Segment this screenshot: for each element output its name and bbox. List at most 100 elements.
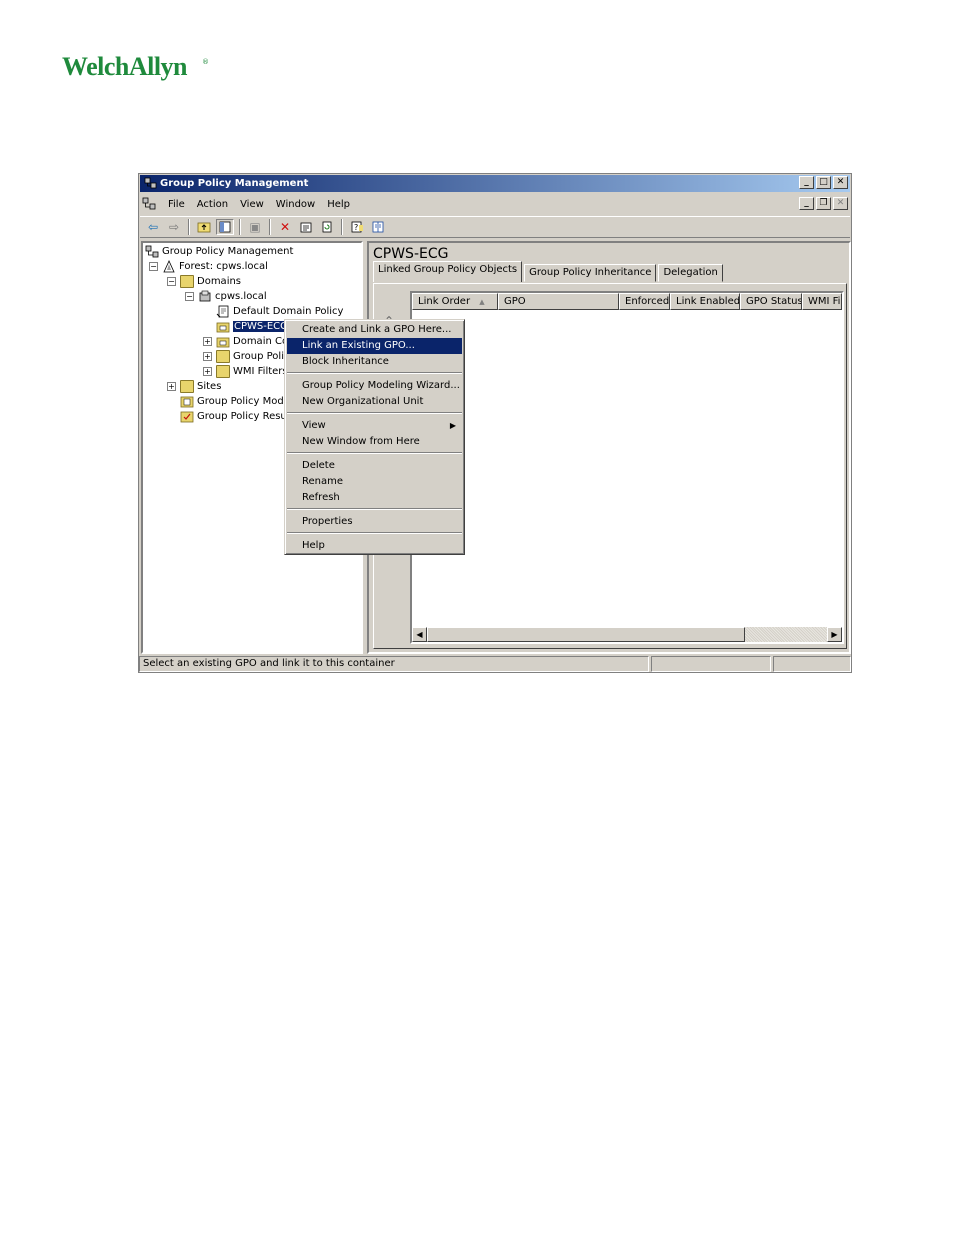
welch-allyn-logo: WelchAllyn ® xyxy=(62,52,209,86)
container-title: CPWS-ECG xyxy=(373,246,449,262)
tree-item-default-domain-policy[interactable]: Default Domain Policy xyxy=(216,304,343,318)
menu-separator xyxy=(287,452,462,454)
tree-label: WMI Filters xyxy=(233,365,288,377)
menu-item-view-label: View xyxy=(302,420,326,431)
ou-icon xyxy=(216,320,230,333)
results-icon xyxy=(180,410,194,423)
child-minimize-button[interactable]: _ xyxy=(799,197,814,210)
tree-label: Group Policy Result xyxy=(197,410,294,422)
delete-icon[interactable]: ✕ xyxy=(276,219,294,235)
tree-label: cpws.local xyxy=(215,290,267,302)
menu-item-new-ou[interactable]: New Organizational Unit xyxy=(287,394,462,410)
title-bar[interactable]: Group Policy Management _ □ ✕ xyxy=(140,175,850,192)
tab-linked-gpos[interactable]: Linked Group Policy Objects xyxy=(373,261,523,282)
tree-label: Group Policy Modeli xyxy=(197,395,296,407)
expand-icon[interactable]: + xyxy=(167,381,176,391)
column-link-enabled[interactable]: Link Enabled xyxy=(670,293,740,310)
tree-label: Domains xyxy=(197,275,242,287)
menu-item-delete[interactable]: Delete xyxy=(287,458,462,474)
domains-folder-icon xyxy=(180,274,194,288)
expand-icon[interactable]: + xyxy=(203,336,212,346)
tab-delegation[interactable]: Delegation xyxy=(658,264,723,282)
properties-icon[interactable] xyxy=(297,219,315,235)
tree-label: Sites xyxy=(197,380,222,392)
forward-arrow-icon[interactable]: ⇨ xyxy=(165,219,183,235)
column-link-order[interactable]: Link Order ▲ xyxy=(412,293,498,310)
tab-gp-inheritance[interactable]: Group Policy Inheritance xyxy=(524,264,657,282)
toolbar-separator xyxy=(239,219,241,235)
menu-action[interactable]: Action xyxy=(191,199,234,210)
horizontal-scrollbar[interactable]: ◀ ▶ xyxy=(412,627,842,642)
tree-label: Default Domain Policy xyxy=(233,305,344,317)
tree-label: Group Policy Management xyxy=(162,245,294,257)
gpo-link-icon xyxy=(216,305,230,318)
up-folder-icon[interactable] xyxy=(195,219,213,235)
menu-item-gp-modeling-wizard[interactable]: Group Policy Modeling Wizard... xyxy=(287,378,462,394)
column-gpo[interactable]: GPO xyxy=(498,293,619,310)
menu-item-view[interactable]: View ▶ xyxy=(287,418,462,434)
tree-item-wmi-filters[interactable]: + WMI Filters xyxy=(203,364,288,378)
menu-item-create-link-gpo[interactable]: Create and Link a GPO Here... xyxy=(287,322,462,338)
collapse-icon[interactable]: − xyxy=(167,276,176,286)
help-icon[interactable]: ? xyxy=(348,219,366,235)
tree-item-sites[interactable]: + Sites xyxy=(167,379,221,393)
scroll-thumb[interactable] xyxy=(427,627,745,642)
window-title: Group Policy Management xyxy=(160,178,309,189)
column-gpo-status[interactable]: GPO Status xyxy=(740,293,802,310)
gpmc-root-icon xyxy=(145,245,159,258)
expand-icon[interactable]: + xyxy=(203,366,212,376)
linked-gpo-list[interactable]: Link Order ▲ GPO Enforced Link Enabled G… xyxy=(410,291,844,644)
status-bar: Select an existing GPO and link it to th… xyxy=(139,656,851,673)
tree-item-gp-results[interactable]: Group Policy Result xyxy=(180,409,293,423)
menu-item-help[interactable]: Help xyxy=(287,538,462,554)
scroll-left-icon[interactable]: ◀ xyxy=(412,627,427,642)
tree-item-cpws-ecg[interactable]: CPWS-ECG xyxy=(216,319,290,333)
minimize-button[interactable]: _ xyxy=(799,176,814,189)
menu-window[interactable]: Window xyxy=(270,199,321,210)
toolbar: ⇦ ⇨ ▣ ✕ ? xyxy=(140,216,850,238)
tree-item-gp-modeling[interactable]: Group Policy Modeli xyxy=(180,394,295,408)
modeling-icon xyxy=(180,395,194,408)
collapse-icon[interactable]: − xyxy=(185,291,194,301)
tree-label: Forest: cpws.local xyxy=(179,260,268,272)
tree-item-forest[interactable]: − Forest: cpws.local xyxy=(149,259,268,273)
status-panel xyxy=(651,656,771,672)
menu-item-properties[interactable]: Properties xyxy=(287,514,462,530)
column-wmi-filter[interactable]: WMI Filt xyxy=(802,293,842,310)
menu-item-link-existing-gpo[interactable]: Link an Existing GPO... xyxy=(287,338,462,354)
column-enforced[interactable]: Enforced xyxy=(619,293,670,310)
menu-file[interactable]: File xyxy=(162,199,191,210)
domain-icon xyxy=(198,290,212,303)
copy-icon[interactable]: ▣ xyxy=(246,219,264,235)
menu-item-new-window[interactable]: New Window from Here xyxy=(287,434,462,450)
menu-item-refresh[interactable]: Refresh xyxy=(287,490,462,506)
child-restore-button[interactable]: ❐ xyxy=(816,197,831,210)
tab-strip: Linked Group Policy Objects Group Policy… xyxy=(373,261,725,282)
gpmc-app-icon xyxy=(144,177,157,190)
maximize-button[interactable]: □ xyxy=(816,176,831,189)
menu-help[interactable]: Help xyxy=(321,199,356,210)
close-button[interactable]: ✕ xyxy=(833,176,848,189)
tree-item-domain-controllers[interactable]: + Domain Con xyxy=(203,334,294,348)
menu-item-rename[interactable]: Rename xyxy=(287,474,462,490)
menu-separator xyxy=(287,412,462,414)
expand-icon[interactable]: + xyxy=(203,351,212,361)
refresh-icon[interactable] xyxy=(318,219,336,235)
wmi-folder-icon xyxy=(216,364,230,378)
tree-item-gpmc-root[interactable]: Group Policy Management xyxy=(145,244,293,258)
toolbar-separator xyxy=(269,219,271,235)
tree-item-group-policy-objects[interactable]: + Group Polic xyxy=(203,349,289,363)
collapse-icon[interactable]: − xyxy=(149,261,158,271)
show-hide-tree-icon[interactable] xyxy=(216,219,234,235)
forest-icon xyxy=(162,259,176,273)
tree-item-domains[interactable]: − Domains xyxy=(167,274,241,288)
tree-label-selected: CPWS-ECG xyxy=(232,319,290,333)
back-arrow-icon[interactable]: ⇦ xyxy=(144,219,162,235)
menu-view[interactable]: View xyxy=(234,199,270,210)
scroll-right-icon[interactable]: ▶ xyxy=(827,627,842,642)
tree-item-domain[interactable]: − cpws.local xyxy=(185,289,267,303)
console-window-icon[interactable] xyxy=(369,219,387,235)
mdi-child-icon[interactable] xyxy=(142,197,158,211)
menu-item-block-inheritance[interactable]: Block Inheritance xyxy=(287,354,462,370)
child-close-button[interactable]: ✕ xyxy=(833,197,848,210)
